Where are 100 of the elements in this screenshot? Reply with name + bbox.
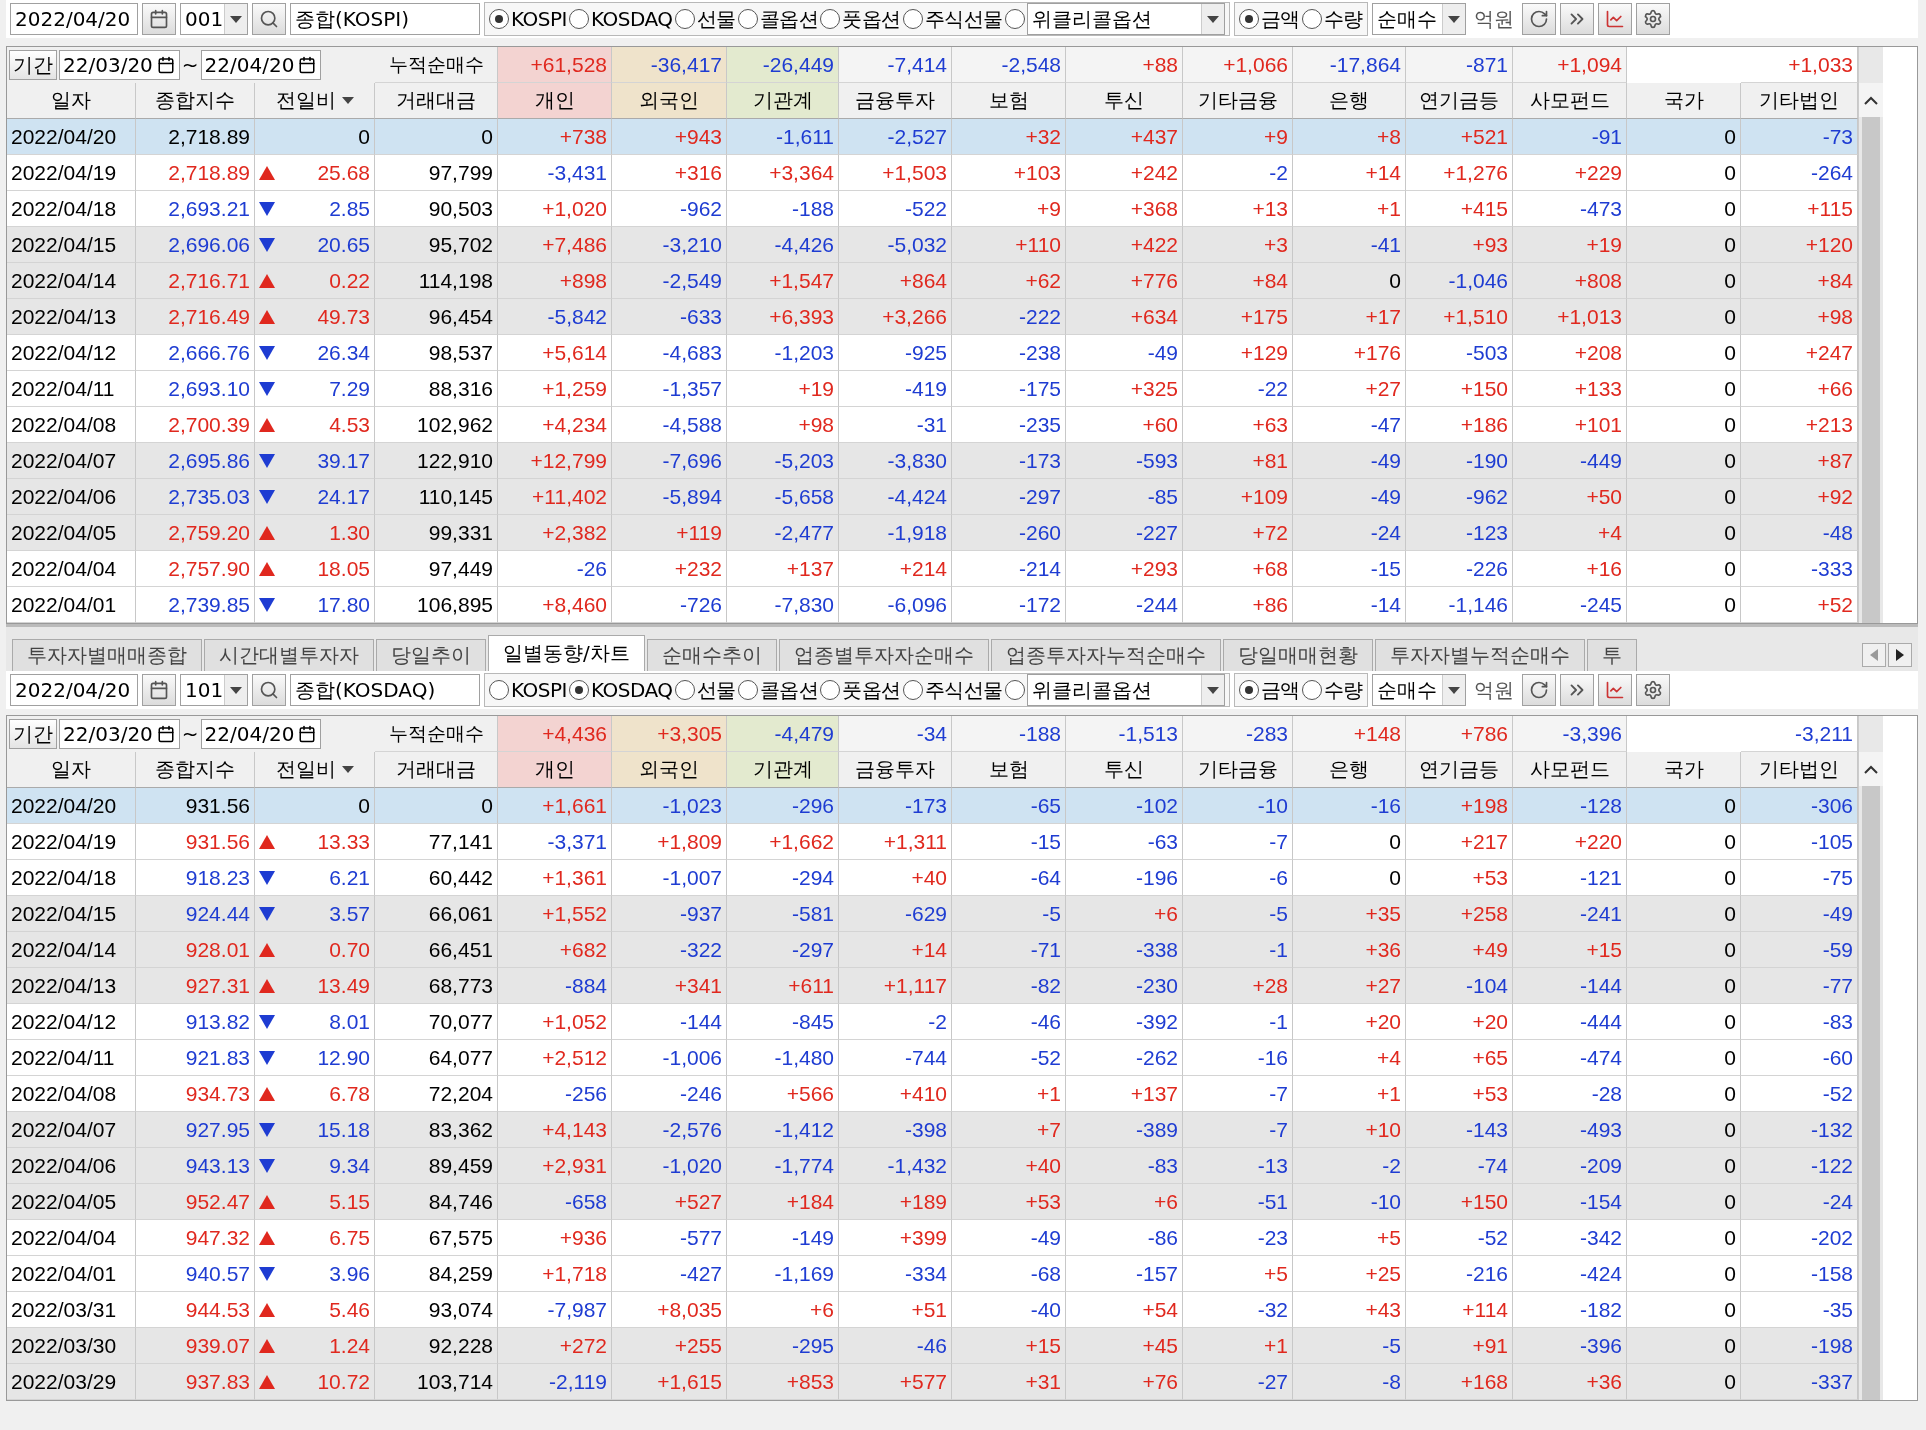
tab[interactable]: 투자자별매매종합: [12, 639, 202, 671]
column-header[interactable]: 일자: [7, 83, 136, 119]
mode-select[interactable]: 순매수: [1371, 3, 1466, 35]
data-row[interactable]: 2022/04/19 2,718.89 25.68 97,799 -3,431 +316 +3,364 +1,503 +103 +242 -2 +14 +1,276 +229 0 -264: [7, 155, 1858, 191]
column-header[interactable]: 은행: [1293, 83, 1406, 119]
data-row[interactable]: 2022/04/08 2,700.39 4.53 102,962 +4,234 -4,588 +98 -31 -235 +60 +63 -47 +186 +101 0 +213: [7, 407, 1858, 443]
column-header[interactable]: 보험: [952, 752, 1066, 788]
column-header[interactable]: 외국인: [612, 752, 727, 788]
column-header[interactable]: 거래대금: [375, 83, 498, 119]
unit-radio[interactable]: 수량: [1301, 5, 1363, 33]
weekly-radio[interactable]: [1004, 9, 1025, 29]
period-button[interactable]: 기간: [9, 719, 57, 749]
column-header[interactable]: 개인: [498, 752, 612, 788]
market-radio[interactable]: 주식선물: [902, 5, 1003, 33]
column-header[interactable]: 투신: [1066, 83, 1183, 119]
weekly-option-select[interactable]: 위클리콜옵션: [1026, 3, 1225, 35]
scrollbar[interactable]: [1858, 47, 1883, 623]
chart-button[interactable]: [1597, 674, 1632, 706]
data-row[interactable]: 2022/04/15 924.44 3.57 66,061 +1,552 -937 -581 -629 -5 +6 -5 +35 +258 -241 0 -49: [7, 896, 1858, 932]
data-row[interactable]: 2022/04/13 2,716.49 49.73 96,454 -5,842 -633 +6,393 +3,266 -222 +634 +175 +17 +1,510 +1,013 0 +98: [7, 299, 1858, 335]
code-select[interactable]: 101: [180, 674, 248, 706]
data-row[interactable]: 2022/04/19 931.56 13.33 77,141 -3,371 +1,809 +1,662 +1,311 -15 -63 -7 0 +217 +220 0 -105: [7, 824, 1858, 860]
column-header[interactable]: 종합지수: [136, 752, 255, 788]
chart-button[interactable]: [1597, 3, 1632, 35]
column-header[interactable]: 사모펀드: [1513, 752, 1627, 788]
data-row[interactable]: 2022/04/11 2,693.10 7.29 88,316 +1,259 -1,357 +19 -419 -175 +325 -22 +27 +150 +133 0 +66: [7, 371, 1858, 407]
column-header[interactable]: 기타금융: [1183, 752, 1293, 788]
column-header[interactable]: 국가: [1627, 752, 1741, 788]
tab[interactable]: 시간대별투자자: [204, 639, 374, 671]
column-header[interactable]: 기타법인: [1741, 752, 1858, 788]
tab[interactable]: 업종별투자자순매수: [778, 639, 989, 671]
market-radio[interactable]: 콜옵션: [737, 676, 818, 704]
weekly-option-select[interactable]: 위클리콜옵션: [1026, 674, 1225, 706]
period-button[interactable]: 기간: [9, 50, 57, 80]
calendar-button[interactable]: [142, 3, 176, 35]
column-header[interactable]: 연기금등: [1406, 83, 1513, 119]
market-radio[interactable]: 주식선물: [902, 676, 1003, 704]
tab[interactable]: 순매수추이: [646, 639, 777, 671]
end-date-field[interactable]: 22/04/20: [200, 50, 322, 80]
column-header[interactable]: 전일비: [255, 83, 375, 119]
search-button[interactable]: [252, 674, 286, 706]
tab[interactable]: 투자자별누적순매수: [1374, 639, 1585, 671]
data-row[interactable]: 2022/04/18 2,693.21 2.85 90,503 +1,020 -962 -188 -522 +9 +368 +13 +1 +415 -473 0 +115: [7, 191, 1858, 227]
data-row[interactable]: 2022/04/04 947.32 6.75 67,575 +936 -577 -149 +399 -49 -86 -23 +5 -52 -342 0 -202: [7, 1220, 1858, 1256]
tab[interactable]: 업종투자자누적순매수: [990, 639, 1221, 671]
data-row[interactable]: 2022/04/18 918.23 6.21 60,442 +1,361 -1,007 -294 +40 -64 -196 -6 0 +53 -121 0 -75: [7, 860, 1858, 896]
tab[interactable]: 당일추이: [376, 639, 486, 671]
column-header[interactable]: 기관계: [727, 83, 839, 119]
market-radio[interactable]: KOSPI: [489, 678, 567, 702]
scroll-up-icon[interactable]: [1864, 764, 1878, 774]
data-row[interactable]: 2022/04/04 2,757.90 18.05 97,449 -26 +232 +137 +214 -214 +293 +68 -15 -226 +16 0 -333: [7, 551, 1858, 587]
data-row[interactable]: 2022/04/15 2,696.06 20.65 95,702 +7,486 -3,210 -4,426 -5,032 +110 +422 +3 -41 +93 +19 0 +120: [7, 227, 1858, 263]
unit-radio[interactable]: 금액: [1238, 676, 1300, 704]
data-row[interactable]: 2022/04/08 934.73 6.78 72,204 -256 -246 +566 +410 +1 +137 -7 +1 +53 -28 0 -52: [7, 1076, 1858, 1112]
data-row[interactable]: 2022/03/31 944.53 5.46 93,074 -7,987 +8,035 +6 +51 -40 +54 -32 +43 +114 -182 0 -35: [7, 1292, 1858, 1328]
column-header[interactable]: 기타금융: [1183, 83, 1293, 119]
data-row[interactable]: 2022/03/30 939.07 1.24 92,228 +272 +255 -295 -46 +15 +45 +1 -5 +91 -396 0 -198: [7, 1328, 1858, 1364]
market-radio[interactable]: KOSDAQ: [568, 7, 673, 31]
column-header[interactable]: 사모펀드: [1513, 83, 1627, 119]
data-row[interactable]: 2022/04/06 2,735.03 24.17 110,145 +11,402 -5,894 -5,658 -4,424 -297 -85 +109 -49 -962 +50 0 +92: [7, 479, 1858, 515]
calendar-button[interactable]: [142, 674, 176, 706]
data-row[interactable]: 2022/04/05 2,759.20 1.30 99,331 +2,382 +119 -2,477 -1,918 -260 -227 +72 -24 -123 +4 0 -48: [7, 515, 1858, 551]
column-header[interactable]: 금융투자: [839, 83, 952, 119]
data-row[interactable]: 2022/04/14 2,716.71 0.22 114,198 +898 -2,549 +1,547 +864 +62 +776 +84 0 -1,046 +808 0 +84: [7, 263, 1858, 299]
search-button[interactable]: [252, 3, 286, 35]
data-row[interactable]: 2022/04/12 913.82 8.01 70,077 +1,052 -144 -845 -2 -46 -392 -1 +20 +20 -444 0 -83: [7, 1004, 1858, 1040]
column-header[interactable]: 개인: [498, 83, 612, 119]
data-row[interactable]: 2022/04/06 943.13 9.34 89,459 +2,931 -1,020 -1,774 -1,432 +40 -83 -13 -2 -74 -209 0 -122: [7, 1148, 1858, 1184]
forward-button[interactable]: [1559, 674, 1594, 706]
refresh-button[interactable]: [1521, 674, 1556, 706]
column-header[interactable]: 일자: [7, 752, 136, 788]
column-header[interactable]: 은행: [1293, 752, 1406, 788]
data-row[interactable]: 2022/03/29 937.83 10.72 103,714 -2,119 +1,615 +853 +577 +31 +76 -27 -8 +168 +36 0 -337: [7, 1364, 1858, 1400]
data-row[interactable]: 2022/04/12 2,666.76 26.34 98,537 +5,614 -4,683 -1,203 -925 -238 -49 +129 +176 -503 +208 0 +247: [7, 335, 1858, 371]
column-header[interactable]: 투신: [1066, 752, 1183, 788]
market-radio[interactable]: 풋옵션: [820, 5, 901, 33]
column-header[interactable]: 종합지수: [136, 83, 255, 119]
refresh-button[interactable]: [1521, 3, 1556, 35]
mode-select[interactable]: 순매수: [1371, 674, 1466, 706]
column-header[interactable]: 금융투자: [839, 752, 952, 788]
data-row[interactable]: 2022/04/05 952.47 5.15 84,746 -658 +527 +184 +189 +53 +6 -51 -10 +150 -154 0 -24: [7, 1184, 1858, 1220]
date-field[interactable]: 2022/04/20: [10, 674, 138, 706]
market-radio[interactable]: 선물: [674, 5, 736, 33]
data-row[interactable]: 2022/04/20 2,718.89 0 0 +738 +943 -1,611 -2,527 +32 +437 +9 +8 +521 -91 0 -73: [7, 119, 1858, 155]
start-date-field[interactable]: 22/03/20: [59, 50, 180, 80]
column-header[interactable]: 국가: [1627, 83, 1741, 119]
settings-button[interactable]: [1635, 674, 1670, 706]
tab[interactable]: 일별동향/차트: [488, 635, 645, 671]
tab[interactable]: 당일매매현황: [1222, 639, 1373, 671]
weekly-radio[interactable]: [1004, 680, 1025, 700]
market-radio[interactable]: KOSDAQ: [568, 678, 673, 702]
market-radio[interactable]: 콜옵션: [737, 5, 818, 33]
column-header[interactable]: 전일비: [255, 752, 375, 788]
scrollbar[interactable]: [1858, 716, 1883, 1400]
tab-scroll-right-button[interactable]: [1888, 643, 1912, 667]
column-header[interactable]: 기타법인: [1741, 83, 1858, 119]
column-header[interactable]: 보험: [952, 83, 1066, 119]
column-header[interactable]: 연기금등: [1406, 752, 1513, 788]
data-row[interactable]: 2022/04/07 927.95 15.18 83,362 +4,143 -2,576 -1,412 -398 +7 -389 -7 +10 -143 -493 0 -132: [7, 1112, 1858, 1148]
unit-radio[interactable]: 수량: [1301, 676, 1363, 704]
